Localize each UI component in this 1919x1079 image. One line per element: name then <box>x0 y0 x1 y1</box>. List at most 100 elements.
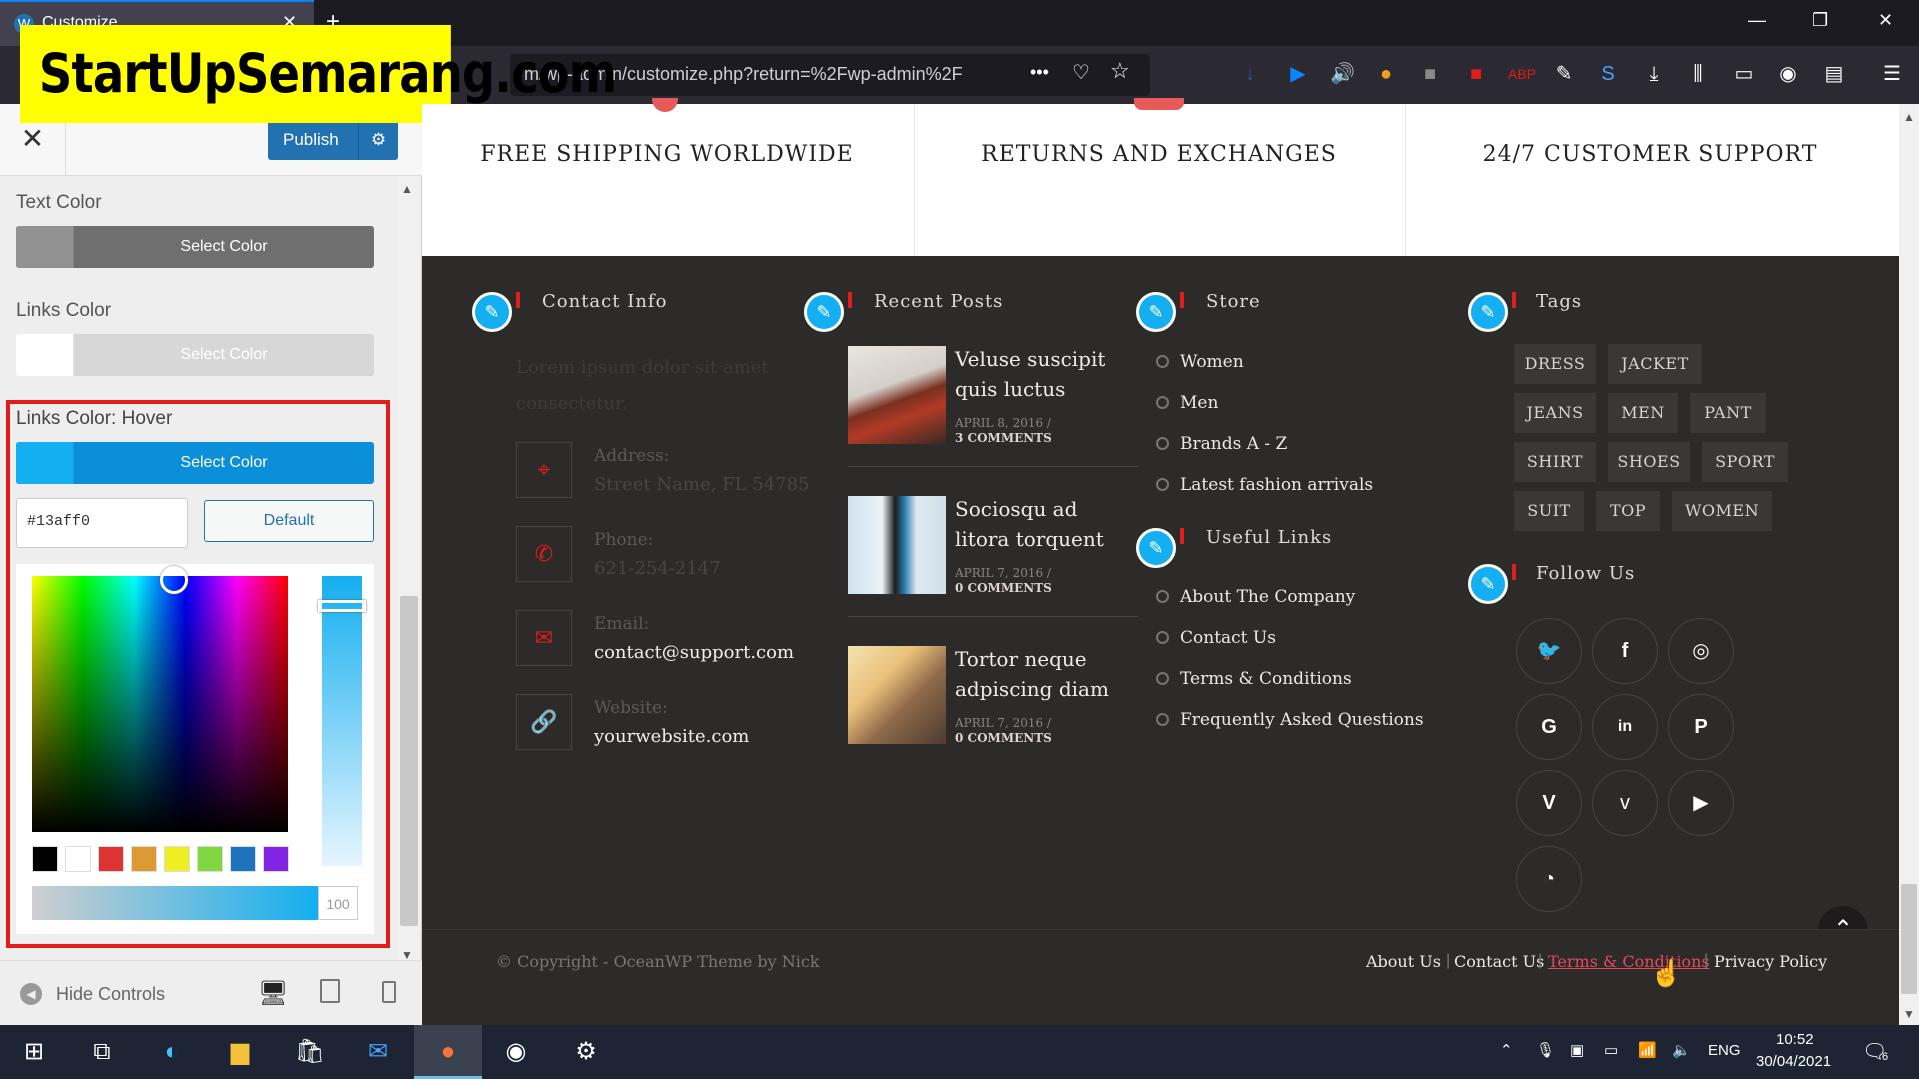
extension-robot-icon[interactable]: ■ <box>1418 62 1442 86</box>
tag[interactable]: JACKET <box>1608 344 1702 384</box>
tag[interactable]: MEN <box>1608 393 1678 433</box>
palette-swatch[interactable] <box>263 846 289 872</box>
tag[interactable]: SPORT <box>1702 442 1788 482</box>
tray-overflow-icon[interactable]: ⌃ <box>1500 1041 1513 1059</box>
sidebar-icon[interactable]: ▭ <box>1732 62 1756 86</box>
pinterest-icon[interactable]: P <box>1668 694 1734 760</box>
close-window-icon[interactable]: ✕ <box>1878 10 1893 31</box>
extension-doc-icon[interactable]: ▤ <box>1822 62 1846 86</box>
downloads-icon[interactable]: ⤓ <box>1642 62 1666 86</box>
extension-monkey-icon[interactable]: ● <box>1374 62 1398 86</box>
useful-link[interactable]: Contact Us <box>1156 628 1276 648</box>
customizer-scroll-thumb[interactable] <box>400 596 418 926</box>
vimeo-icon[interactable]: V <box>1516 770 1582 836</box>
edit-shortcut-icon[interactable]: ✎ <box>1136 292 1176 332</box>
clock-date[interactable]: 30/04/2021 <box>1756 1053 1831 1070</box>
microphone-icon[interactable]: 🎙 <box>1536 1041 1555 1059</box>
edit-shortcut-icon[interactable]: ✎ <box>804 292 844 332</box>
store-item[interactable]: Women <box>1156 352 1244 372</box>
useful-link[interactable]: About The Company <box>1156 587 1355 607</box>
tag[interactable]: SHOES <box>1608 442 1690 482</box>
palette-swatch[interactable] <box>131 846 157 872</box>
footer-link-terms[interactable]: Terms & Conditions <box>1548 952 1710 971</box>
task-view-icon[interactable]: ⧉ <box>84 1035 120 1069</box>
saturation-field[interactable] <box>32 576 288 832</box>
palette-swatch[interactable] <box>197 846 223 872</box>
palette-swatch[interactable] <box>98 846 124 872</box>
windows-start-icon[interactable]: ⊞ <box>16 1035 52 1069</box>
tag[interactable]: SHIRT <box>1514 442 1596 482</box>
edge-icon[interactable]: ◐ <box>154 1035 190 1069</box>
speaker-icon[interactable]: 🔈 <box>1672 1041 1691 1059</box>
hue-slider[interactable] <box>322 576 362 866</box>
store-item[interactable]: Latest fashion arrivals <box>1156 475 1373 495</box>
post-thumbnail[interactable] <box>848 646 946 744</box>
preview-scrollbar[interactable]: ▲ ▼ <box>1899 104 1919 1025</box>
firefox-taskbar-button[interactable]: ● <box>414 1025 482 1079</box>
hide-controls-label[interactable]: Hide Controls <box>56 984 165 1005</box>
links-hover-select-button[interactable]: Select Color <box>16 442 374 484</box>
palette-swatch[interactable] <box>230 846 256 872</box>
tag[interactable]: WOMEN <box>1672 491 1772 531</box>
edit-shortcut-icon[interactable]: ✎ <box>1468 292 1508 332</box>
customizer-scrollbar[interactable]: ▲ ▼ <box>398 176 420 966</box>
preview-scroll-thumb[interactable] <box>1901 884 1917 994</box>
wifi-icon[interactable]: 📶 <box>1638 1041 1657 1059</box>
edit-shortcut-icon[interactable]: ✎ <box>472 292 512 332</box>
desktop-preview-icon[interactable]: 🖥 <box>258 979 288 1008</box>
palette-swatch[interactable] <box>32 846 58 872</box>
settings-gear-icon[interactable]: ⚙ <box>568 1035 604 1069</box>
clock-time[interactable]: 10:52 <box>1776 1031 1814 1048</box>
post-title[interactable]: Tortor neque adpiscing diam <box>955 644 1125 704</box>
vine-icon[interactable]: v <box>1592 770 1658 836</box>
volume-icon[interactable]: 🔊 <box>1330 62 1355 86</box>
adblock-icon[interactable]: ABP <box>1508 62 1536 86</box>
footer-link-privacy[interactable]: Privacy Policy <box>1714 952 1827 971</box>
opacity-slider[interactable] <box>32 886 318 920</box>
menu-icon[interactable]: ☰ <box>1880 62 1904 86</box>
file-explorer-icon[interactable]: ▆ <box>222 1035 258 1069</box>
tag[interactable]: JEANS <box>1514 393 1596 433</box>
website-link[interactable]: yourwebsite.com <box>594 726 749 747</box>
twitter-icon[interactable]: 🐦 <box>1516 618 1582 684</box>
post-thumbnail[interactable] <box>848 496 946 594</box>
store-item[interactable]: Men <box>1156 393 1218 413</box>
publish-settings-gear-icon[interactable]: ⚙ <box>358 120 398 160</box>
mail-icon[interactable]: ✉ <box>360 1035 396 1069</box>
linkedin-icon[interactable]: in <box>1592 694 1658 760</box>
edit-shortcut-icon[interactable]: ✎ <box>1468 564 1508 604</box>
hex-color-input[interactable]: #13aff0 <box>16 498 188 548</box>
obs-icon[interactable]: ◉ <box>498 1035 534 1069</box>
google-icon[interactable]: G <box>1516 694 1582 760</box>
page-actions-icon[interactable]: ••• <box>1030 62 1049 83</box>
tablet-preview-icon[interactable] <box>320 979 340 1003</box>
palette-swatch[interactable] <box>65 846 91 872</box>
tag[interactable]: DRESS <box>1514 344 1596 384</box>
useful-link[interactable]: Frequently Asked Questions <box>1156 710 1424 730</box>
edit-shortcut-icon[interactable]: ✎ <box>1136 528 1176 568</box>
saturation-handle[interactable] <box>160 566 188 594</box>
post-title[interactable]: Sociosqu ad litora torquent <box>955 494 1125 554</box>
extension-s-icon[interactable]: S <box>1596 62 1620 86</box>
hue-slider-handle[interactable] <box>318 600 366 612</box>
pen-icon[interactable]: ✎ <box>1552 62 1576 86</box>
footer-link-about[interactable]: About Us <box>1366 952 1441 971</box>
email-link[interactable]: contact@support.com <box>594 642 794 663</box>
minimize-icon[interactable]: — <box>1748 10 1766 31</box>
bookmark-star-icon[interactable]: ☆ <box>1110 58 1130 84</box>
links-color-select-button[interactable]: Select Color <box>16 334 374 376</box>
tag[interactable]: TOP <box>1596 491 1660 531</box>
battery-icon[interactable]: ▭ <box>1604 1041 1618 1059</box>
post-title[interactable]: Veluse suscipit quis luctus <box>955 344 1125 404</box>
instagram-icon[interactable]: ◎ <box>1668 618 1734 684</box>
pocket-icon[interactable]: ♡ <box>1072 60 1090 85</box>
language-indicator[interactable]: ENG <box>1708 1042 1741 1059</box>
tray-device-icon[interactable]: ▣ <box>1570 1041 1584 1059</box>
restore-icon[interactable]: ❐ <box>1812 10 1828 31</box>
tag[interactable]: PANT <box>1690 393 1766 433</box>
post-thumbnail[interactable] <box>848 346 946 444</box>
tag[interactable]: SUIT <box>1514 491 1584 531</box>
useful-link[interactable]: Terms & Conditions <box>1156 669 1352 689</box>
forward-icon[interactable]: ▶ <box>1286 62 1310 86</box>
footer-link-contact[interactable]: Contact Us <box>1454 952 1544 971</box>
